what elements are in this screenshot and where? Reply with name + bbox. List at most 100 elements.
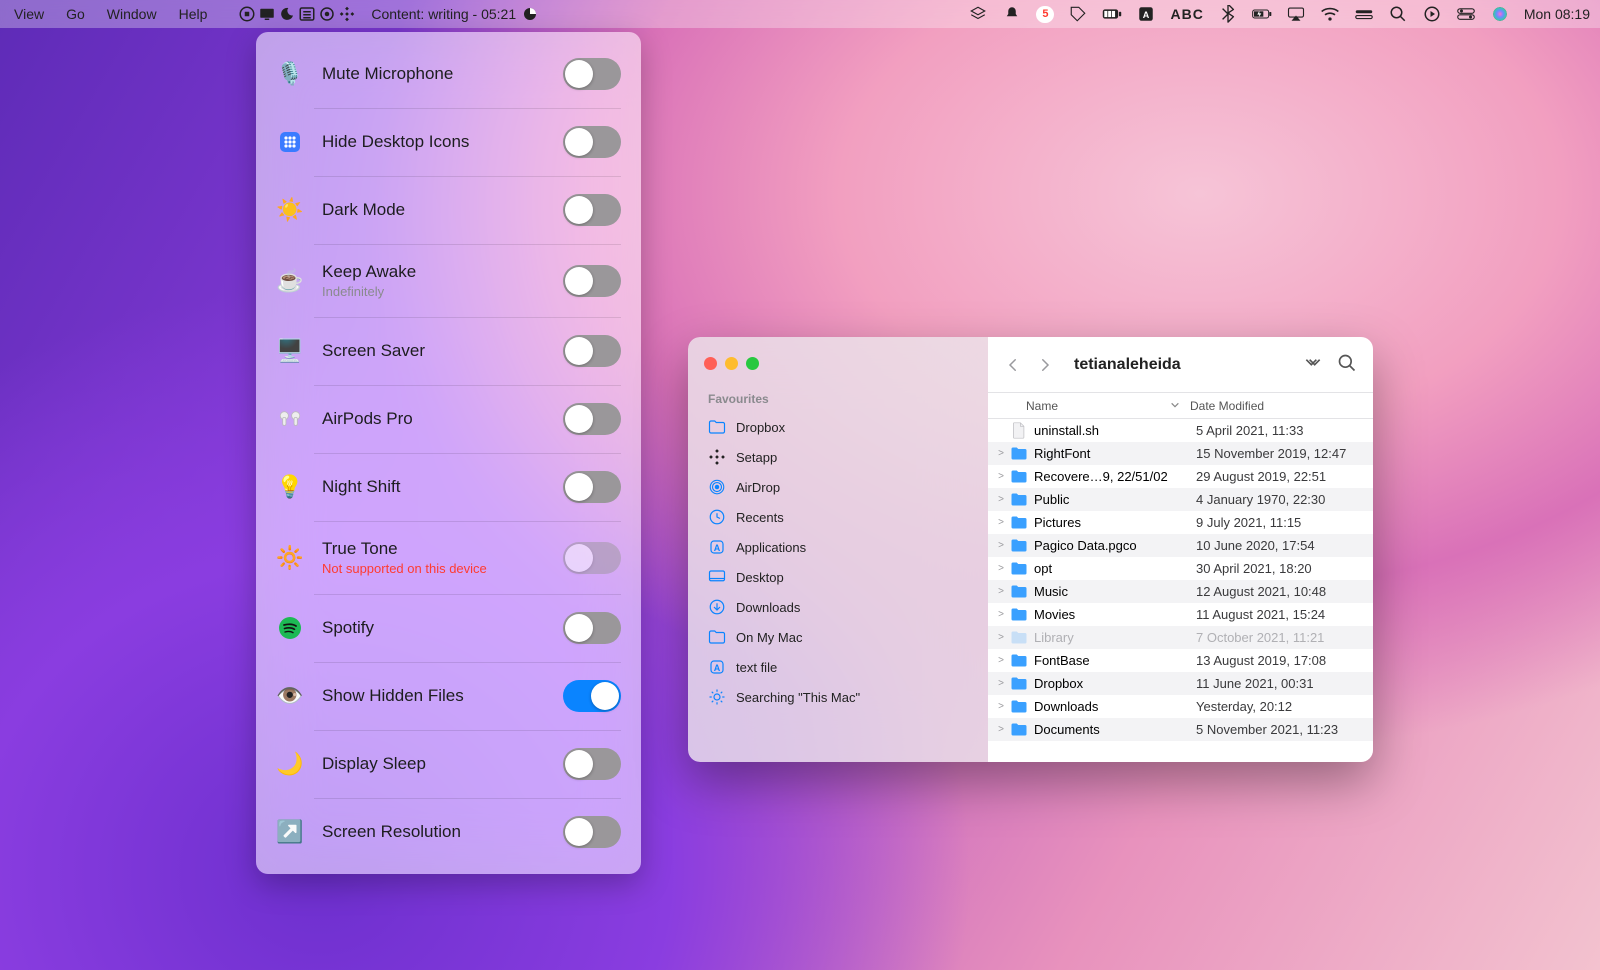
sort-chevron-icon[interactable] bbox=[1170, 399, 1180, 413]
panel-row-toggle[interactable] bbox=[563, 335, 621, 367]
disclosure-chevron-icon[interactable]: > bbox=[994, 632, 1008, 643]
panel-row-airpods-pro[interactable]: AirPods Pro bbox=[256, 385, 641, 453]
menu-view[interactable]: View bbox=[14, 6, 44, 22]
file-row[interactable]: >Pagico Data.pgco10 June 2020, 17:54 bbox=[988, 534, 1373, 557]
panel-row-toggle[interactable] bbox=[563, 58, 621, 90]
menubar-clock[interactable]: Mon 08:19 bbox=[1524, 6, 1590, 22]
airplay-icon[interactable] bbox=[1286, 4, 1306, 24]
battery-menubar-icon[interactable] bbox=[1102, 4, 1122, 24]
panel-row-screen-resolution[interactable]: ↗️Screen Resolution bbox=[256, 798, 641, 866]
file-row[interactable]: >Movies11 August 2021, 15:24 bbox=[988, 603, 1373, 626]
panel-row-toggle[interactable] bbox=[563, 265, 621, 297]
panel-row-toggle[interactable] bbox=[563, 612, 621, 644]
pie-icon[interactable] bbox=[520, 4, 540, 24]
nav-back-button[interactable] bbox=[1004, 356, 1022, 374]
search-menubar-icon[interactable] bbox=[1388, 4, 1408, 24]
setapp-menubar-icon[interactable] bbox=[337, 4, 357, 24]
wifi-icon[interactable] bbox=[1320, 4, 1340, 24]
panel-row-night-shift[interactable]: 💡Night Shift bbox=[256, 453, 641, 521]
finder-file-list[interactable]: uninstall.sh5 April 2021, 11:33>RightFon… bbox=[988, 419, 1373, 762]
panel-row-true-tone[interactable]: 🔆True ToneNot supported on this device bbox=[256, 521, 641, 594]
sidebar-item-applications[interactable]: AApplications bbox=[698, 532, 978, 562]
disclosure-chevron-icon[interactable]: > bbox=[994, 471, 1008, 482]
moon-icon[interactable] bbox=[277, 4, 297, 24]
menu-window[interactable]: Window bbox=[107, 6, 157, 22]
panel-row-toggle[interactable] bbox=[563, 194, 621, 226]
panel-row-toggle[interactable] bbox=[563, 126, 621, 158]
file-row[interactable]: >opt30 April 2021, 18:20 bbox=[988, 557, 1373, 580]
panel-row-toggle[interactable] bbox=[563, 471, 621, 503]
file-row[interactable]: >RightFont15 November 2019, 12:47 bbox=[988, 442, 1373, 465]
disclosure-chevron-icon[interactable]: > bbox=[994, 678, 1008, 689]
disclosure-chevron-icon[interactable]: > bbox=[994, 701, 1008, 712]
sidebar-item-airdrop[interactable]: AirDrop bbox=[698, 472, 978, 502]
display-icon[interactable] bbox=[257, 4, 277, 24]
file-row[interactable]: >DownloadsYesterday, 20:12 bbox=[988, 695, 1373, 718]
disclosure-chevron-icon[interactable]: > bbox=[994, 563, 1008, 574]
bluetooth-icon[interactable] bbox=[1218, 4, 1238, 24]
sidebar-item-recents[interactable]: Recents bbox=[698, 502, 978, 532]
bell-fill-icon[interactable] bbox=[1002, 4, 1022, 24]
toolbar-search-button[interactable] bbox=[1337, 353, 1357, 376]
toolbar-overflow-button[interactable] bbox=[1303, 355, 1323, 374]
panel-row-screen-saver[interactable]: 🖥️Screen Saver bbox=[256, 317, 641, 385]
maximize-button[interactable] bbox=[746, 357, 759, 370]
input-switch-icon[interactable]: A bbox=[1136, 4, 1156, 24]
stack-icon[interactable] bbox=[968, 4, 988, 24]
file-row[interactable]: >Library7 October 2021, 11:21 bbox=[988, 626, 1373, 649]
minimize-button[interactable] bbox=[725, 357, 738, 370]
file-row[interactable]: >Documents5 November 2021, 11:23 bbox=[988, 718, 1373, 741]
sidebar-item-searching-this-mac-[interactable]: Searching "This Mac" bbox=[698, 682, 978, 712]
disclosure-chevron-icon[interactable]: > bbox=[994, 609, 1008, 620]
panel-row-show-hidden-files[interactable]: 👁️Show Hidden Files bbox=[256, 662, 641, 730]
list-icon[interactable] bbox=[297, 4, 317, 24]
disclosure-chevron-icon[interactable]: > bbox=[994, 655, 1008, 666]
panel-row-toggle[interactable] bbox=[563, 403, 621, 435]
battery-charging-icon[interactable] bbox=[1252, 4, 1272, 24]
siri-icon[interactable] bbox=[1490, 4, 1510, 24]
control-icon[interactable] bbox=[1354, 4, 1374, 24]
control-center-icon[interactable] bbox=[1456, 4, 1476, 24]
file-row[interactable]: >Public4 January 1970, 22:30 bbox=[988, 488, 1373, 511]
disclosure-chevron-icon[interactable]: > bbox=[994, 448, 1008, 459]
menubar-app-icon[interactable] bbox=[237, 4, 257, 24]
sidebar-item-on-my-mac[interactable]: On My Mac bbox=[698, 622, 978, 652]
column-name-label[interactable]: Name bbox=[1026, 399, 1058, 413]
panel-row-toggle[interactable] bbox=[563, 748, 621, 780]
panel-row-hide-desktop-icons[interactable]: Hide Desktop Icons bbox=[256, 108, 641, 176]
panel-row-mute-microphone[interactable]: 🎙️Mute Microphone bbox=[256, 40, 641, 108]
disclosure-chevron-icon[interactable]: > bbox=[994, 494, 1008, 505]
file-row[interactable]: >Pictures9 July 2021, 11:15 bbox=[988, 511, 1373, 534]
nav-forward-button[interactable] bbox=[1036, 356, 1054, 374]
circle-icon[interactable] bbox=[317, 4, 337, 24]
disclosure-chevron-icon[interactable]: > bbox=[994, 540, 1008, 551]
disclosure-chevron-icon[interactable]: > bbox=[994, 586, 1008, 597]
close-button[interactable] bbox=[704, 357, 717, 370]
file-row[interactable]: >Dropbox11 June 2021, 00:31 bbox=[988, 672, 1373, 695]
notification-badge[interactable]: 5 bbox=[1036, 6, 1054, 23]
tag-icon[interactable] bbox=[1068, 4, 1088, 24]
play-circle-icon[interactable] bbox=[1422, 4, 1442, 24]
keyboard-layout-label[interactable]: ABC bbox=[1170, 6, 1203, 22]
finder-column-header[interactable]: Name Date Modified bbox=[988, 393, 1373, 419]
column-date-label[interactable]: Date Modified bbox=[1190, 399, 1373, 413]
sidebar-item-downloads[interactable]: Downloads bbox=[698, 592, 978, 622]
sidebar-item-setapp[interactable]: Setapp bbox=[698, 442, 978, 472]
sidebar-item-text-file[interactable]: Atext file bbox=[698, 652, 978, 682]
panel-row-display-sleep[interactable]: 🌙Display Sleep bbox=[256, 730, 641, 798]
panel-row-toggle[interactable] bbox=[563, 680, 621, 712]
panel-row-spotify[interactable]: Spotify bbox=[256, 594, 641, 662]
panel-row-dark-mode[interactable]: ☀️Dark Mode bbox=[256, 176, 641, 244]
panel-row-toggle[interactable] bbox=[563, 816, 621, 848]
file-row[interactable]: >Recovere…9, 22/51/0229 August 2019, 22:… bbox=[988, 465, 1373, 488]
file-row[interactable]: >FontBase13 August 2019, 17:08 bbox=[988, 649, 1373, 672]
file-row[interactable]: >Music12 August 2021, 10:48 bbox=[988, 580, 1373, 603]
menu-go[interactable]: Go bbox=[66, 6, 85, 22]
menubar-status-text[interactable]: Content: writing - 05:21 bbox=[371, 6, 516, 22]
sidebar-item-dropbox[interactable]: Dropbox bbox=[698, 412, 978, 442]
file-row[interactable]: uninstall.sh5 April 2021, 11:33 bbox=[988, 419, 1373, 442]
disclosure-chevron-icon[interactable]: > bbox=[994, 724, 1008, 735]
disclosure-chevron-icon[interactable]: > bbox=[994, 517, 1008, 528]
sidebar-item-desktop[interactable]: Desktop bbox=[698, 562, 978, 592]
panel-row-keep-awake[interactable]: ☕Keep AwakeIndefinitely bbox=[256, 244, 641, 317]
